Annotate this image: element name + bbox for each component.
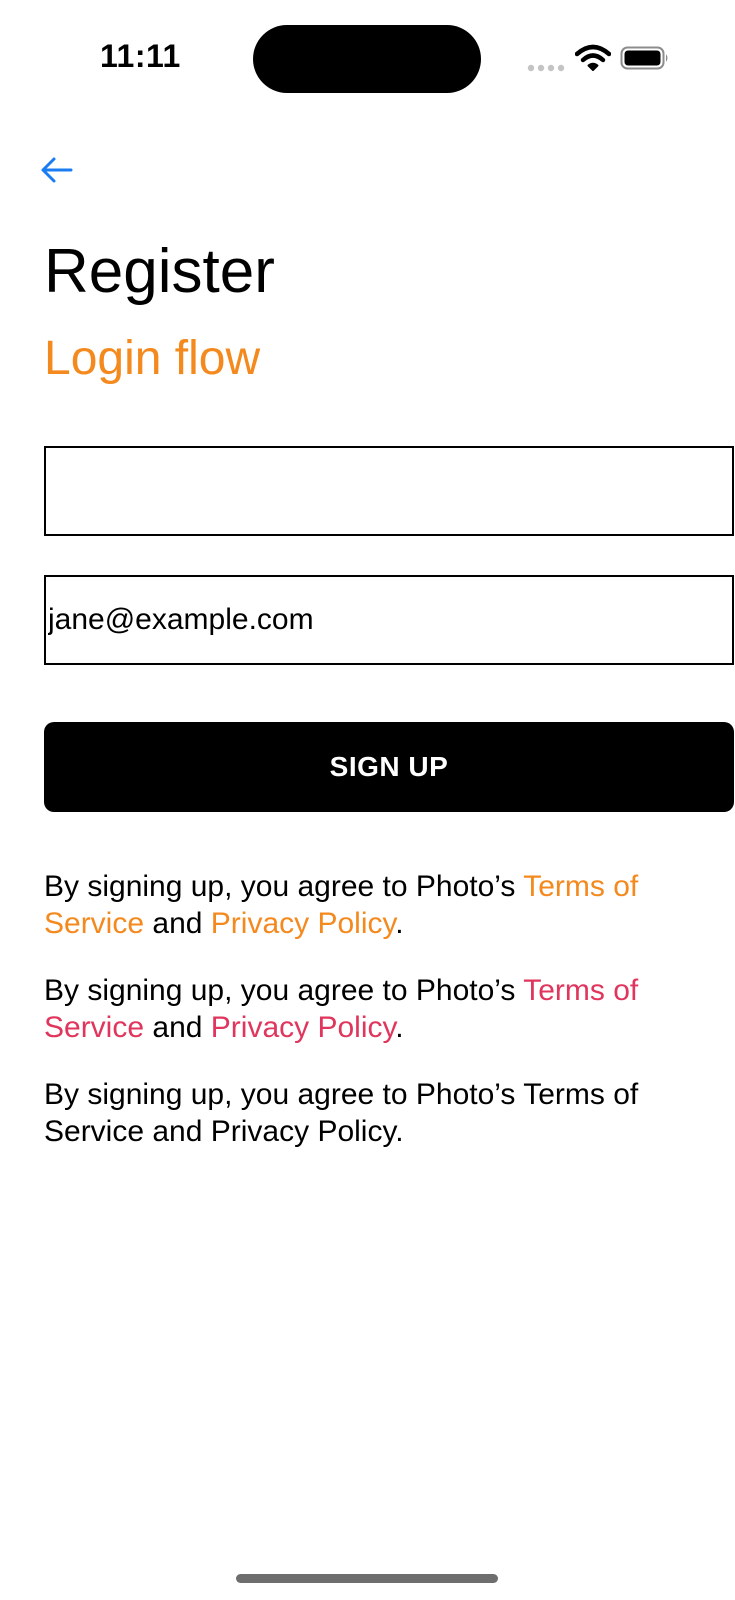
status-time: 11:11	[100, 38, 181, 74]
signal-dots-icon	[527, 64, 565, 72]
legal-suffix: .	[395, 907, 404, 940]
legal-suffix: .	[395, 1011, 404, 1044]
dynamic-island	[253, 25, 481, 93]
name-field[interactable]	[44, 446, 734, 536]
sign-up-button[interactable]: SIGN UP	[44, 722, 734, 812]
legal-text-plain: By signing up, you agree to Photo’s Term…	[44, 1078, 639, 1148]
status-bar: 11:11	[0, 0, 735, 120]
page-subtitle: Login flow	[44, 332, 261, 385]
legal-text-pink: By signing up, you agree to Photo’s Term…	[44, 972, 694, 1046]
privacy-policy-link[interactable]: Privacy Policy	[211, 1011, 395, 1044]
back-button[interactable]	[36, 150, 76, 190]
arrow-left-icon	[41, 157, 73, 183]
legal-text-orange: By signing up, you agree to Photo’s Term…	[44, 868, 694, 942]
privacy-policy-link[interactable]: Privacy Policy	[211, 907, 395, 940]
home-indicator[interactable]	[236, 1574, 498, 1583]
legal-middle: and	[144, 907, 211, 940]
legal-middle: and	[144, 1011, 211, 1044]
wifi-icon	[575, 44, 611, 71]
legal-prefix: By signing up, you agree to Photo’s	[44, 974, 524, 1007]
legal-prefix: By signing up, you agree to Photo’s	[44, 870, 524, 903]
email-field[interactable]	[44, 575, 734, 665]
page-title: Register	[44, 237, 275, 306]
battery-icon	[620, 46, 668, 70]
